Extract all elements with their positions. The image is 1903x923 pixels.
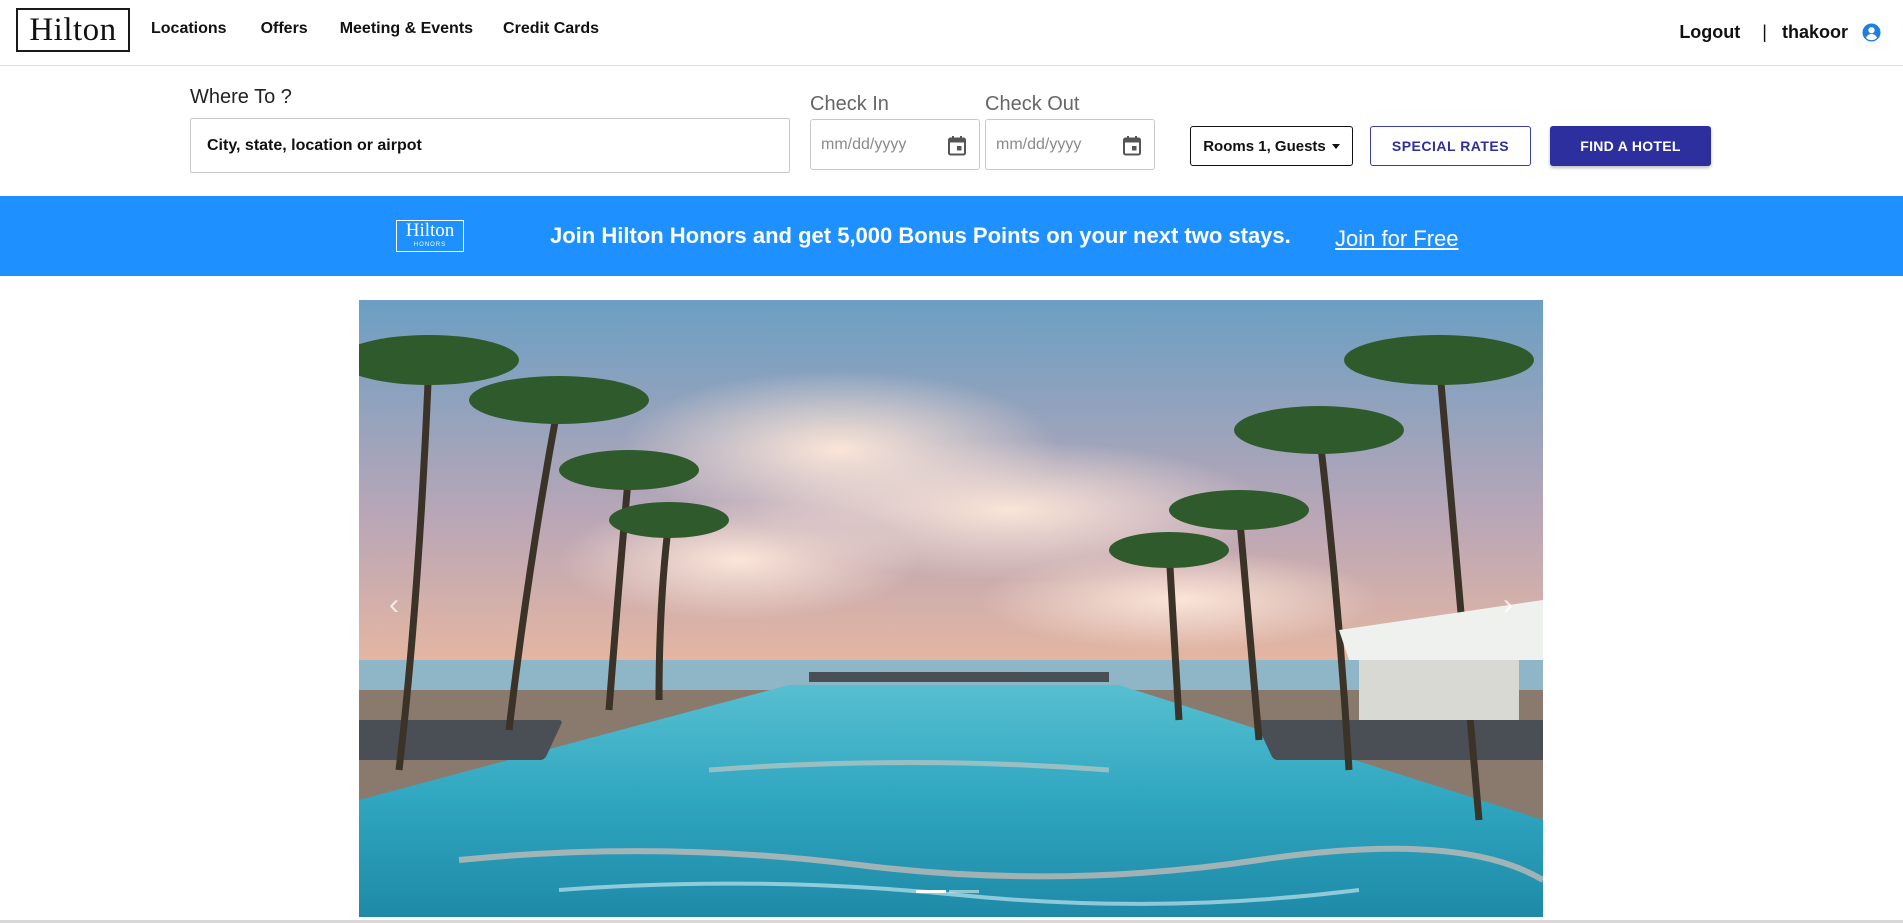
user-circle-icon[interactable] (1862, 23, 1881, 42)
nav-link-locations[interactable]: Locations (151, 20, 227, 38)
main-nav: Locations Offers Meeting & Events Credit… (151, 20, 599, 38)
check-out-label: Check Out (985, 93, 1080, 115)
nav-link-meeting-events[interactable]: Meeting & Events (340, 20, 473, 38)
logout-link[interactable]: Logout (1679, 22, 1740, 43)
hero-image-resort-pool (359, 300, 1543, 917)
rooms-guests-dropdown[interactable]: Rooms 1, Guests (1190, 126, 1353, 166)
check-in-label: Check In (810, 93, 889, 115)
chevron-right-icon[interactable]: › (1493, 590, 1523, 620)
account-area: Logout | thakoor (1679, 22, 1881, 43)
chevron-left-icon[interactable]: ‹ (379, 590, 409, 620)
special-rates-button[interactable]: SPECIAL RATES (1370, 126, 1531, 166)
hero-carousel: ‹ › (359, 300, 1543, 917)
carousel-indicator[interactable] (949, 890, 979, 893)
carousel-indicators (916, 890, 979, 893)
honors-logo-top: Hilton (405, 220, 455, 241)
find-hotel-label: FIND A HOTEL (1580, 138, 1681, 154)
where-to-label: Where To ? (190, 86, 292, 108)
calendar-icon[interactable] (1122, 135, 1142, 156)
check-in-date-field[interactable]: mm/dd/yyyy (810, 119, 980, 170)
find-hotel-button[interactable]: FIND A HOTEL (1550, 126, 1711, 166)
calendar-icon[interactable] (947, 135, 967, 156)
check-out-date-field[interactable]: mm/dd/yyyy (985, 119, 1155, 170)
rooms-guests-label: Rooms 1, Guests (1203, 137, 1326, 155)
honors-promo-banner: Hilton HONORS Join Hilton Honors and get… (0, 196, 1903, 276)
username[interactable]: thakoor (1782, 22, 1848, 43)
nav-link-offers[interactable]: Offers (261, 20, 308, 38)
hilton-logo[interactable]: Hilton (16, 8, 130, 52)
check-in-placeholder: mm/dd/yyyy (821, 135, 907, 153)
check-out-placeholder: mm/dd/yyyy (996, 135, 1082, 153)
destination-input[interactable] (190, 118, 790, 173)
promo-text: Join Hilton Honors and get 5,000 Bonus P… (550, 223, 1291, 248)
carousel-indicator[interactable] (916, 890, 946, 893)
logo-text: Hilton (29, 11, 117, 48)
nav-divider: | (1762, 22, 1767, 42)
hilton-honors-logo: Hilton HONORS (396, 220, 464, 252)
honors-logo-bottom: HONORS (413, 242, 447, 248)
join-for-free-link[interactable]: Join for Free (1335, 226, 1459, 252)
nav-link-credit-cards[interactable]: Credit Cards (503, 20, 599, 38)
top-navigation: Hilton Locations Offers Meeting & Events… (0, 0, 1903, 66)
special-rates-label: SPECIAL RATES (1391, 138, 1510, 154)
hotel-search-form: Where To ? Check In mm/dd/yyyy Check Out… (0, 66, 1903, 196)
caret-down-icon (1331, 143, 1340, 149)
